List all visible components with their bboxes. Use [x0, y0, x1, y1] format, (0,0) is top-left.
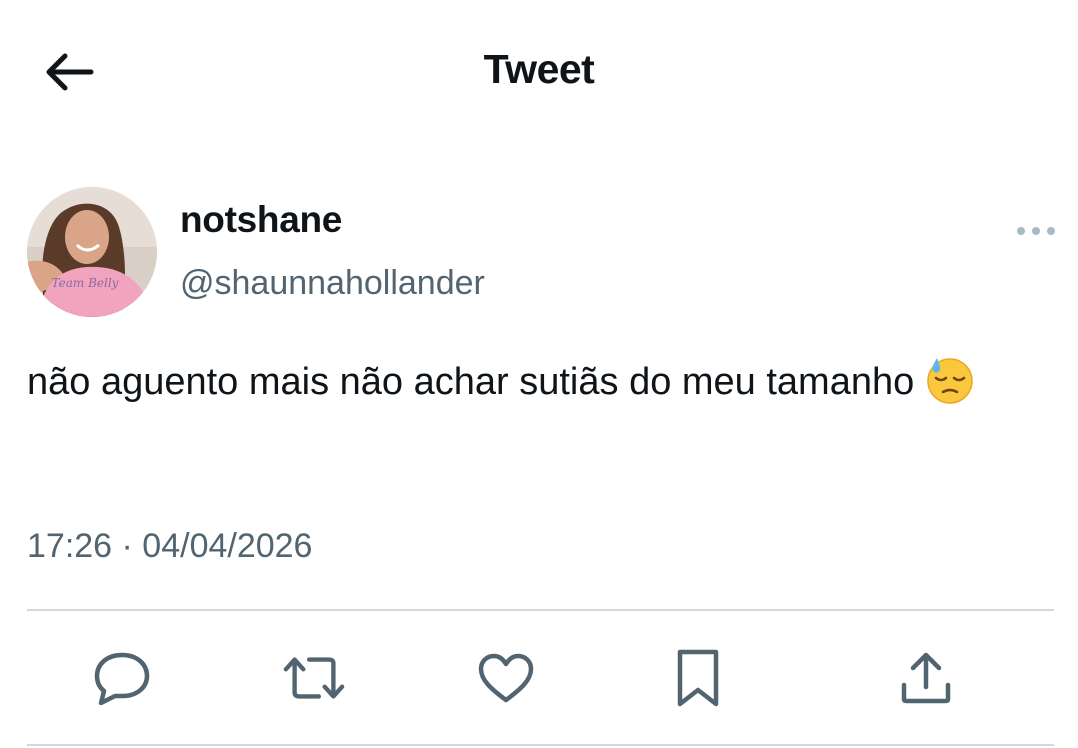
avatar-image: Team Belly	[27, 187, 157, 317]
author-handle[interactable]: @shaunnahollander	[180, 264, 485, 303]
bookmark-icon	[677, 649, 719, 707]
share-icon	[901, 652, 951, 704]
downcast-face-with-sweat-icon	[925, 354, 975, 404]
reply-button[interactable]	[90, 646, 154, 710]
more-button[interactable]	[1010, 218, 1062, 244]
top-bar: Tweet	[0, 0, 1078, 140]
divider-top	[27, 609, 1054, 611]
divider-bottom	[27, 744, 1054, 746]
tweet-timestamp[interactable]: 17:26 · 04/04/2026	[27, 527, 312, 566]
reply-icon	[94, 652, 150, 705]
tweet-body: não aguento mais não achar sutiãs do meu…	[27, 361, 915, 403]
share-button[interactable]	[894, 646, 958, 710]
avatar-shirt-text: Team Belly	[52, 276, 119, 290]
action-bar	[0, 612, 1078, 744]
bookmark-button[interactable]	[666, 646, 730, 710]
more-horizontal-icon	[1017, 227, 1055, 235]
heart-icon	[478, 653, 534, 703]
author-display-name[interactable]: notshane	[180, 199, 342, 241]
tweet-text: não aguento mais não achar sutiãs do meu…	[27, 354, 1027, 409]
like-button[interactable]	[474, 646, 538, 710]
avatar[interactable]: Team Belly	[27, 187, 157, 317]
retweet-button[interactable]	[282, 646, 346, 710]
page-title: Tweet	[483, 46, 595, 92]
retweet-icon	[283, 657, 345, 699]
